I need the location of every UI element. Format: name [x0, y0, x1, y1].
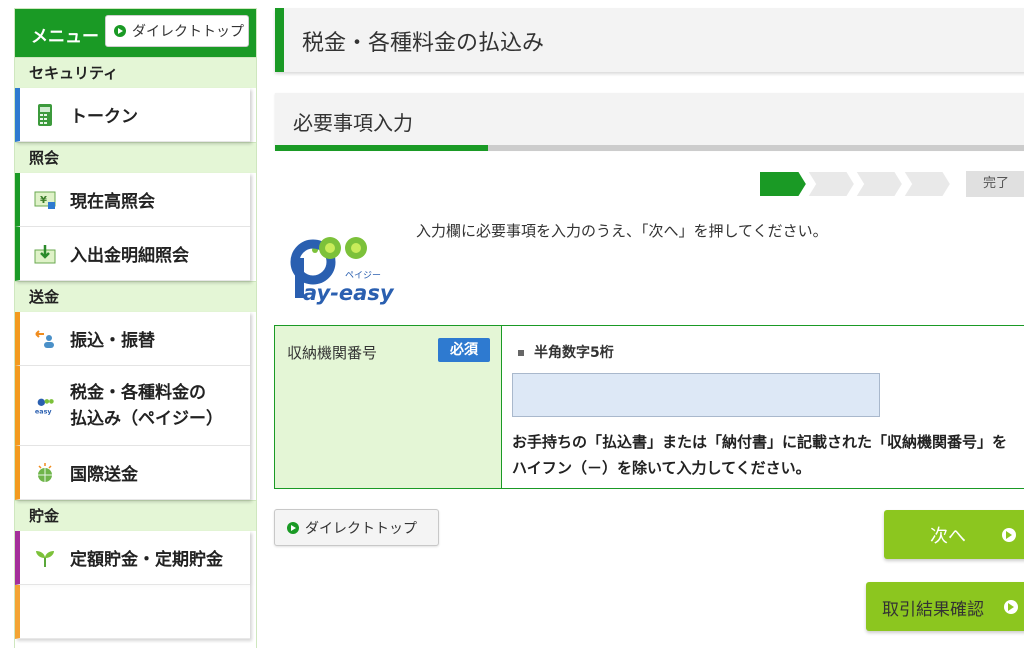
- step-title: 必要事項入力: [293, 111, 413, 135]
- next-button[interactable]: 次へ: [884, 510, 1024, 559]
- sidebar-item-next-partial[interactable]: [15, 585, 250, 639]
- sprout-icon: [34, 547, 56, 569]
- sidebar-item-label: トークン: [70, 107, 138, 127]
- transaction-result-label: 取引結果確認: [882, 600, 984, 620]
- step-complete-label: 完了: [966, 171, 1024, 197]
- arrow-right-icon: [1004, 600, 1018, 614]
- sidebar-item-label: 税金・各種料金の 払込み（ペイジー）: [70, 382, 223, 429]
- sidebar-item-international[interactable]: 国際送金: [15, 446, 250, 500]
- svg-text:easy: easy: [35, 407, 52, 415]
- form-input-cell: 半角数字5桁 お手持ちの「払込書」または「納付書」に記載された「収納機関番号」を…: [502, 326, 1024, 488]
- sidebar-item-fixed-savings[interactable]: 定額貯金・定期貯金: [15, 531, 250, 585]
- page-header: 税金・各種料金の払込み: [275, 8, 1024, 72]
- bullet-icon: [518, 350, 524, 356]
- section-remittance: 送金: [15, 281, 256, 312]
- input-form-table: 収納機関番号 必須 半角数字5桁 お手持ちの「払込書」または「納付書」に記載され…: [274, 325, 1024, 489]
- svg-text:ay-easy: ay-easy: [303, 281, 395, 305]
- step-arrow: [805, 170, 857, 198]
- menu-header: メニュー ダイレクトトップ: [15, 9, 256, 57]
- arrow-right-icon: [114, 25, 126, 37]
- direct-top-button[interactable]: ダイレクトトップ: [274, 509, 439, 546]
- sidebar-item-label: 入出金明細照会: [70, 246, 189, 266]
- input-hint-text: 半角数字5桁: [534, 345, 614, 361]
- institution-number-input[interactable]: [512, 373, 880, 417]
- input-hint: 半角数字5桁: [518, 342, 614, 362]
- progress-bar: [275, 145, 1024, 151]
- sidebar-item-label: 国際送金: [70, 465, 138, 485]
- step-arrows: [758, 170, 953, 198]
- section-inquiry: 照会: [15, 142, 256, 173]
- transfer-icon: [34, 328, 56, 350]
- svg-text:ペイジー: ペイジー: [345, 271, 381, 281]
- step-indicator: 完了: [758, 170, 1024, 198]
- progress-bar-fill: [275, 145, 488, 151]
- globe-icon: [34, 462, 56, 484]
- sidebar-direct-top-label: ダイレクトトップ: [132, 24, 244, 40]
- required-badge: 必須: [438, 338, 490, 362]
- balance-icon: ¥: [34, 189, 56, 211]
- sidebar-menu: メニュー ダイレクトトップ セキュリティ トークン 照会 ¥ 現在高照会 入出金…: [14, 8, 257, 648]
- arrow-right-icon: [287, 521, 299, 534]
- field-label: 収納機関番号: [287, 344, 378, 362]
- menu-title: メニュー: [31, 27, 99, 47]
- step-panel: 必要事項入力: [275, 93, 1024, 149]
- sidebar-item-transfer[interactable]: 振込・振替: [15, 312, 250, 366]
- sidebar-item-payeasy[interactable]: easy 税金・各種料金の 払込み（ペイジー）: [15, 366, 250, 446]
- sidebar-item-token[interactable]: トークン: [15, 88, 250, 142]
- section-savings: 貯金: [15, 500, 256, 531]
- direct-top-label: ダイレクトトップ: [305, 520, 417, 537]
- step-arrow: [853, 170, 905, 198]
- next-button-label: 次へ: [930, 526, 966, 547]
- svg-text:¥: ¥: [40, 195, 47, 206]
- step-arrow: [758, 170, 809, 198]
- section-security: セキュリティ: [15, 57, 256, 88]
- payeasy-logo: ペイジー ay-easy: [285, 222, 397, 312]
- token-icon: [34, 103, 56, 126]
- instruction-text: 入力欄に必要事項を入力のうえ、「次へ」を押してください。: [416, 222, 828, 240]
- input-note: お手持ちの「払込書」または「納付書」に記載された「収納機関番号」をハイフン（－）…: [512, 433, 1008, 477]
- sidebar-item-label: 現在高照会: [70, 192, 155, 212]
- step-arrow: [901, 170, 953, 198]
- sidebar-item-statement[interactable]: 入出金明細照会: [15, 227, 250, 281]
- transaction-result-button[interactable]: 取引結果確認: [866, 582, 1024, 631]
- sidebar-item-label: 振込・振替: [70, 331, 155, 351]
- statement-icon: [34, 243, 56, 265]
- page-title: 税金・各種料金の払込み: [302, 31, 545, 56]
- form-label-cell: 収納機関番号 必須: [275, 326, 502, 488]
- sidebar-item-label: 定額貯金・定期貯金: [70, 550, 223, 570]
- arrow-right-icon: [1002, 528, 1016, 542]
- payeasy-icon: easy: [34, 395, 56, 417]
- sidebar-item-balance[interactable]: ¥ 現在高照会: [15, 173, 250, 227]
- sidebar-direct-top-button[interactable]: ダイレクトトップ: [105, 15, 249, 47]
